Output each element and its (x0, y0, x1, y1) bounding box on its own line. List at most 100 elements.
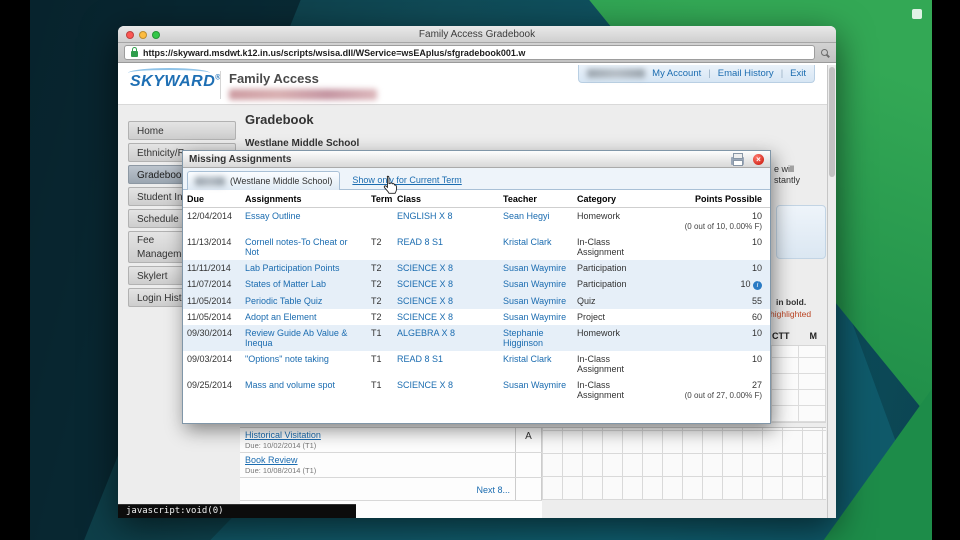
class-link[interactable]: SCIENCE X 8 (397, 380, 453, 390)
legend-text-highlighted: highlighted (770, 309, 812, 319)
missing-assignments-body: 12/04/2014 Essay Outline ENGLISH X 8 Sean H… (183, 208, 770, 404)
due-date: 12/04/2014 (187, 211, 233, 221)
class-link[interactable]: READ 8 S1 (397, 237, 443, 247)
nav-separator: | (780, 68, 784, 79)
teacher-cell: Stephanie Higginson (499, 325, 573, 351)
due-date: 09/03/2014 (187, 354, 233, 364)
teacher-link[interactable]: Sean Hegyi (503, 211, 550, 221)
close-window-button[interactable] (126, 31, 134, 39)
window-controls (126, 31, 160, 39)
column-header-teacher[interactable]: Teacher (499, 190, 573, 208)
column-header-class[interactable]: Class (393, 190, 499, 208)
assignment-row: 09/03/2014 "Options" note taking T1 READ 8 … (183, 351, 770, 377)
assignment-link[interactable]: Book Review (245, 455, 510, 465)
category-cell: In-Class Assignment (577, 237, 625, 257)
due-label: Due: 10/08/2014 (T1) (245, 466, 317, 475)
tab-school-label: (Westlane Middle School) (230, 176, 333, 186)
column-header-assignments[interactable]: Assignments (241, 190, 367, 208)
class-link[interactable]: SCIENCE X 8 (397, 296, 453, 306)
browser-titlebar[interactable]: Family Access Gradebook (118, 26, 836, 43)
term-cell: T2 (367, 260, 393, 276)
teacher-link[interactable]: Kristal Clark (503, 237, 552, 247)
teacher-link[interactable]: Susan Waymire (503, 296, 566, 306)
teacher-link[interactable]: Susan Waymire (503, 263, 566, 273)
redacted-user-name (229, 89, 377, 100)
teacher-link[interactable]: Susan Waymire (503, 312, 566, 322)
assignment-link[interactable]: Adopt an Element (245, 312, 317, 322)
close-icon[interactable]: × (753, 154, 764, 165)
category-cell: Homework (577, 211, 621, 221)
assignment-cell: Mass and volume spot (241, 377, 367, 403)
points-note: (0 out of 10, 0.00% F) (684, 222, 762, 231)
teacher-cell: Susan Waymire (499, 293, 573, 309)
term-cell: T2 (371, 312, 382, 322)
assignment-link[interactable]: States of Matter Lab (245, 279, 326, 289)
missing-assignments-table: Due Assignments Term Class Teacher Categ… (183, 190, 770, 403)
info-icon[interactable]: i (753, 281, 762, 290)
points-cell: 10 i (649, 276, 770, 293)
class-link[interactable]: SCIENCE X 8 (397, 312, 453, 322)
search-icon[interactable] (821, 49, 828, 56)
column-header-due[interactable]: Due (183, 190, 241, 208)
show-current-term-link[interactable]: Show only for Current Term (352, 175, 461, 185)
overlay-corner-icon[interactable] (912, 9, 922, 19)
https-lock-icon (131, 47, 138, 57)
dialog-header[interactable]: Missing Assignments × (183, 151, 770, 168)
partial-help-text: e will stantly (774, 164, 801, 185)
category-cell: Participation (573, 276, 649, 293)
assignment-link[interactable]: Lab Participation Points (245, 263, 340, 273)
assignment-cell: Essay Outline (241, 208, 367, 235)
term-cell: T2 (371, 237, 382, 247)
assignment-link[interactable]: Mass and volume spot (245, 380, 335, 390)
assignment-row: 12/04/2014 Essay Outline ENGLISH X 8 Sean H… (183, 208, 770, 235)
column-header-category[interactable]: Category (573, 190, 649, 208)
due-date: 09/30/2014 (183, 325, 241, 351)
grade-cell-empty (516, 453, 542, 477)
assignment-link[interactable]: Cornell notes-To Cheat or Not (245, 237, 348, 257)
table-header-row: Due Assignments Term Class Teacher Categ… (183, 190, 770, 208)
points-cell: 27 (0 out of 27, 0.00% F) (649, 377, 770, 403)
points-cell: 10 (751, 354, 762, 364)
url-text: https://skyward.msdwt.k12.in.us/scripts/… (143, 47, 526, 58)
teacher-link[interactable]: Susan Waymire (503, 380, 566, 390)
next-page-link[interactable]: Next 8... (476, 485, 510, 495)
teacher-cell: Susan Waymire (499, 309, 573, 325)
zoom-window-button[interactable] (152, 31, 160, 39)
class-link[interactable]: ALGEBRA X 8 (397, 328, 455, 338)
assignment-link[interactable]: Historical Visitation (245, 430, 510, 440)
class-link[interactable]: ENGLISH X 8 (397, 211, 453, 221)
print-icon[interactable] (731, 153, 744, 166)
student-tab[interactable]: (Westlane Middle School) (187, 171, 341, 190)
teacher-link[interactable]: Susan Waymire (503, 279, 566, 289)
class-cell: ENGLISH X 8 (393, 208, 499, 235)
scrollbar-thumb[interactable] (829, 67, 835, 177)
address-bar[interactable]: https://skyward.msdwt.k12.in.us/scripts/… (124, 45, 815, 60)
list-item: Next 8... (240, 478, 542, 501)
assignment-link[interactable]: "Options" note taking (245, 354, 329, 364)
my-account-link[interactable]: My Account (652, 68, 701, 79)
list-item: Historical Visitation Due: 10/02/2014 (T… (240, 428, 542, 453)
category-cell: Project (577, 312, 606, 322)
teacher-link[interactable]: Kristal Clark (503, 354, 552, 364)
class-link[interactable]: READ 8 S1 (397, 354, 443, 364)
class-link[interactable]: SCIENCE X 8 (397, 279, 453, 289)
dialog-title: Missing Assignments (189, 154, 292, 165)
assignment-link[interactable]: Essay Outline (245, 211, 301, 221)
scrollbar[interactable] (827, 65, 836, 518)
column-header-points[interactable]: Points Possible (649, 190, 770, 208)
assignment-row: 09/30/2014 Review Guide Ab Value & Inequa… (183, 325, 770, 351)
term-cell: T2 (367, 293, 393, 309)
exit-link[interactable]: Exit (790, 68, 806, 79)
category-cell: In-Class Assignment (577, 354, 625, 374)
minimize-window-button[interactable] (139, 31, 147, 39)
skyward-logo[interactable]: SKYWARD® (130, 73, 221, 91)
due-label: Due: 10/02/2014 (T1) (245, 441, 317, 450)
email-history-link[interactable]: Email History (718, 68, 774, 79)
teacher-link[interactable]: Stephanie Higginson (503, 328, 544, 348)
class-cell: SCIENCE X 8 (393, 276, 499, 293)
teacher-cell: Kristal Clark (499, 351, 573, 377)
assignment-link[interactable]: Review Guide Ab Value & Inequa (245, 328, 347, 348)
class-link[interactable]: SCIENCE X 8 (397, 263, 453, 273)
sidebar-item-home[interactable]: Home (128, 121, 236, 140)
assignment-link[interactable]: Periodic Table Quiz (245, 296, 322, 306)
